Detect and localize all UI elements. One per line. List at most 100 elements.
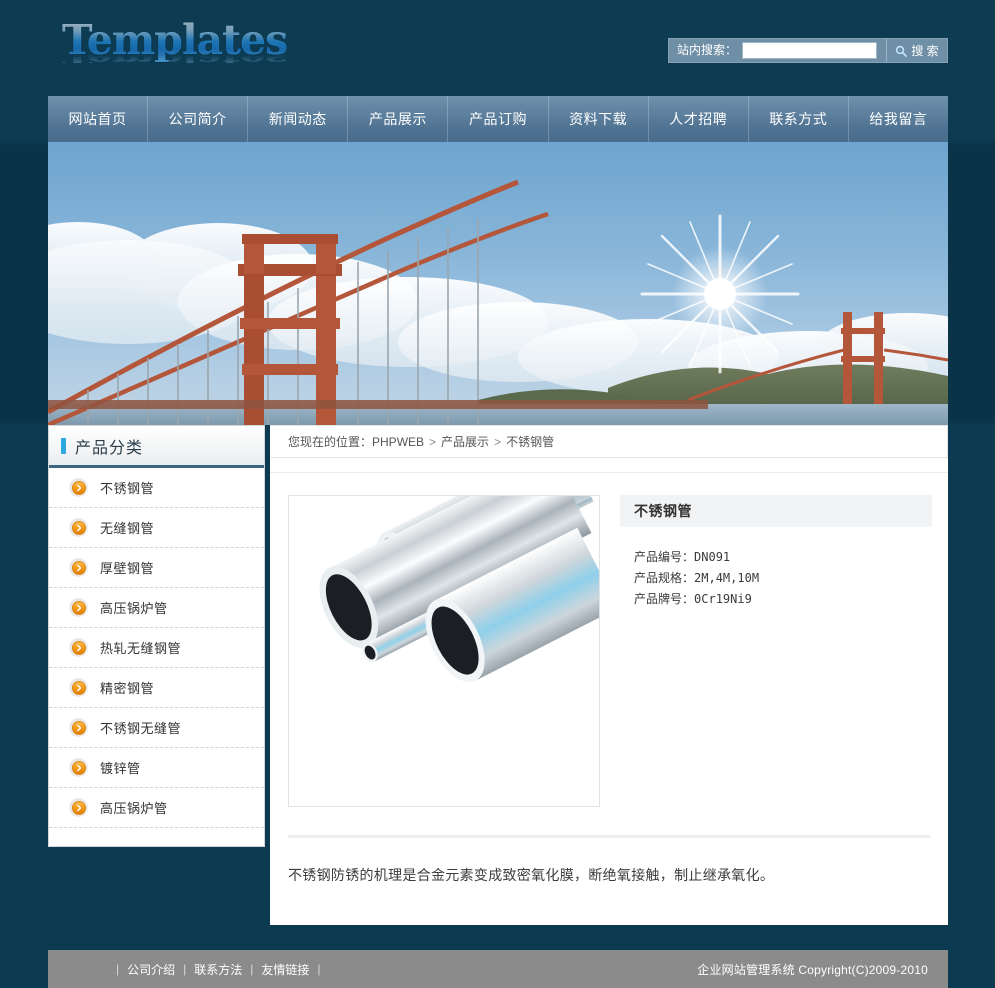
- arrow-bullet-icon: [69, 598, 88, 617]
- nav-item-news[interactable]: 新闻动态: [248, 96, 349, 142]
- content-panel: 您现在的位置： PHPWEB > 产品展示 > 不锈钢管 不锈钢管 产品编号：D…: [270, 425, 948, 925]
- product-spec-grade: 产品牌号：0Cr19Ni9: [634, 589, 932, 610]
- nav-item-jobs[interactable]: 人才招聘: [649, 96, 749, 142]
- footer-divider: |: [250, 962, 254, 976]
- product-category-sidebar: 产品分类 不锈钢管 无缝钢管 厚壁钢管 高压锅炉管 热轧无缝钢管 精密钢管 不锈…: [48, 425, 265, 847]
- site-header: Templates Templates 站内搜索： 搜 索: [0, 0, 995, 96]
- sidebar-item-galvanized-pipe[interactable]: 镀锌管: [49, 748, 264, 788]
- site-logo[interactable]: Templates Templates: [62, 18, 322, 80]
- banner-image: [48, 142, 948, 425]
- nav-item-downloads[interactable]: 资料下载: [549, 96, 649, 142]
- spec-value: 2M,4M,10M: [694, 571, 760, 585]
- arrow-bullet-icon: [69, 638, 88, 657]
- spec-value: 0Cr19Ni9: [694, 592, 752, 606]
- footer-copyright: 企业网站管理系统 Copyright(C)2009-2010: [697, 962, 928, 977]
- breadcrumb-prefix: 您现在的位置：: [288, 435, 373, 449]
- arrow-bullet-icon: [69, 678, 88, 697]
- footer-divider: |: [116, 962, 120, 976]
- sidebar-item-hot-rolled-seamless-pipe[interactable]: 热轧无缝钢管: [49, 628, 264, 668]
- arrow-bullet-icon: [69, 518, 88, 537]
- footer-divider: |: [317, 962, 321, 976]
- nav-item-products[interactable]: 产品展示: [348, 96, 449, 142]
- nav-label: 产品订购: [468, 111, 527, 127]
- site-search: 站内搜索： 搜 索: [668, 38, 948, 63]
- footer-divider: |: [183, 962, 187, 976]
- sidebar-item-label: 无缝钢管: [100, 521, 155, 536]
- sidebar-item-stainless-pipe[interactable]: 不锈钢管: [49, 468, 264, 508]
- search-icon: [895, 45, 908, 57]
- product-image: [289, 496, 599, 746]
- product-spec-size: 产品规格：2M,4M,10M: [634, 568, 932, 589]
- search-button[interactable]: 搜 索: [886, 39, 947, 62]
- nav-label: 产品展示: [368, 111, 427, 127]
- product-detail: 不锈钢管 产品编号：DN091 产品规格：2M,4M,10M 产品牌号：0Cr1…: [270, 472, 948, 886]
- arrow-bullet-icon: [69, 718, 88, 737]
- nav-item-about[interactable]: 公司简介: [148, 96, 249, 142]
- site-logo-reflection: Templates: [62, 48, 322, 70]
- nav-item-order[interactable]: 产品订购: [448, 96, 549, 142]
- sidebar-item-label: 热轧无缝钢管: [100, 641, 182, 656]
- footer-link-friendly-links[interactable]: 友情链接: [261, 961, 309, 978]
- sidebar-item-high-pressure-boiler-pipe-2[interactable]: 高压锅炉管: [49, 788, 264, 828]
- product-info: 不锈钢管 产品编号：DN091 产品规格：2M,4M,10M 产品牌号：0Cr1…: [620, 495, 932, 807]
- sidebar-item-label: 精密钢管: [100, 681, 155, 696]
- sidebar-item-high-pressure-boiler-pipe[interactable]: 高压锅炉管: [49, 588, 264, 628]
- page-root: Templates Templates 站内搜索： 搜 索 网站首页 公司简介 …: [0, 0, 995, 988]
- product-title: 不锈钢管: [634, 503, 692, 519]
- sidebar-item-label: 高压锅炉管: [100, 601, 168, 616]
- footer-links: | 公司介绍 | 联系方法 | 友情链接 |: [108, 961, 329, 978]
- arrow-bullet-icon: [69, 478, 88, 497]
- breadcrumb-item-home[interactable]: PHPWEB: [372, 435, 424, 449]
- breadcrumb-item-products[interactable]: 产品展示: [441, 433, 489, 450]
- sidebar-accent-bar: [61, 437, 66, 454]
- hero-banner: [48, 142, 948, 425]
- arrow-bullet-icon: [69, 758, 88, 777]
- sidebar-item-label: 不锈钢无缝管: [100, 721, 182, 736]
- product-title-bar: 不锈钢管: [620, 495, 932, 527]
- breadcrumb-separator: >: [494, 434, 502, 449]
- main-area: 产品分类 不锈钢管 无缝钢管 厚壁钢管 高压锅炉管 热轧无缝钢管 精密钢管 不锈…: [48, 425, 948, 950]
- arrow-bullet-icon: [69, 558, 88, 577]
- nav-label: 给我留言: [869, 111, 928, 127]
- sidebar-item-label: 高压锅炉管: [100, 801, 168, 816]
- nav-label: 联系方式: [769, 111, 828, 127]
- sidebar-item-label: 不锈钢管: [100, 481, 155, 496]
- breadcrumb: 您现在的位置： PHPWEB > 产品展示 > 不锈钢管: [270, 425, 948, 458]
- nav-item-home[interactable]: 网站首页: [48, 96, 149, 142]
- sidebar-list: 不锈钢管 无缝钢管 厚壁钢管 高压锅炉管 热轧无缝钢管 精密钢管 不锈钢无缝管 …: [49, 468, 264, 828]
- product-image-box[interactable]: [288, 495, 600, 807]
- sidebar-item-thick-wall-pipe[interactable]: 厚壁钢管: [49, 548, 264, 588]
- nav-item-guestbook[interactable]: 给我留言: [849, 96, 948, 142]
- nav-label: 新闻动态: [268, 111, 327, 127]
- sidebar-item-seamless-pipe[interactable]: 无缝钢管: [49, 508, 264, 548]
- product-spec-code: 产品编号：DN091: [634, 547, 932, 568]
- search-label: 站内搜索：: [677, 43, 738, 57]
- spec-value: DN091: [694, 550, 731, 564]
- sidebar-item-label: 厚壁钢管: [100, 561, 155, 576]
- nav-label: 人才招聘: [669, 111, 728, 127]
- breadcrumb-item-current: 不锈钢管: [506, 435, 555, 449]
- site-footer: | 公司介绍 | 联系方法 | 友情链接 | 企业网站管理系统 Copyrigh…: [48, 950, 948, 988]
- search-input[interactable]: [742, 42, 878, 59]
- breadcrumb-separator: >: [429, 434, 437, 449]
- sidebar-item-precision-pipe[interactable]: 精密钢管: [49, 668, 264, 708]
- product-specs: 产品编号：DN091 产品规格：2M,4M,10M 产品牌号：0Cr19Ni9: [620, 527, 932, 610]
- product-description: 不锈钢防锈的机理是合金元素变成致密氧化膜，断绝氧接触，制止继承氧化。: [288, 867, 775, 883]
- footer-link-contact[interactable]: 联系方法: [194, 961, 242, 978]
- spec-label: 产品规格：: [634, 571, 695, 585]
- footer-link-about[interactable]: 公司介绍: [127, 961, 175, 978]
- sidebar-item-label: 镀锌管: [100, 761, 141, 776]
- spec-label: 产品牌号：: [634, 592, 695, 606]
- main-navigation: 网站首页 公司简介 新闻动态 产品展示 产品订购 资料下载 人才招聘 联系方式 …: [48, 96, 948, 142]
- sidebar-title: 产品分类: [75, 439, 144, 457]
- arrow-bullet-icon: [69, 798, 88, 817]
- nav-item-contact[interactable]: 联系方式: [749, 96, 849, 142]
- nav-label: 网站首页: [68, 111, 127, 127]
- spec-label: 产品编号：: [634, 550, 695, 564]
- nav-label: 公司简介: [168, 111, 227, 127]
- nav-label: 资料下载: [569, 111, 628, 127]
- sidebar-item-stainless-seamless-pipe[interactable]: 不锈钢无缝管: [49, 708, 264, 748]
- product-row: 不锈钢管 产品编号：DN091 产品规格：2M,4M,10M 产品牌号：0Cr1…: [270, 495, 948, 807]
- search-button-label: 搜 索: [911, 44, 939, 58]
- sidebar-header: 产品分类: [49, 426, 264, 468]
